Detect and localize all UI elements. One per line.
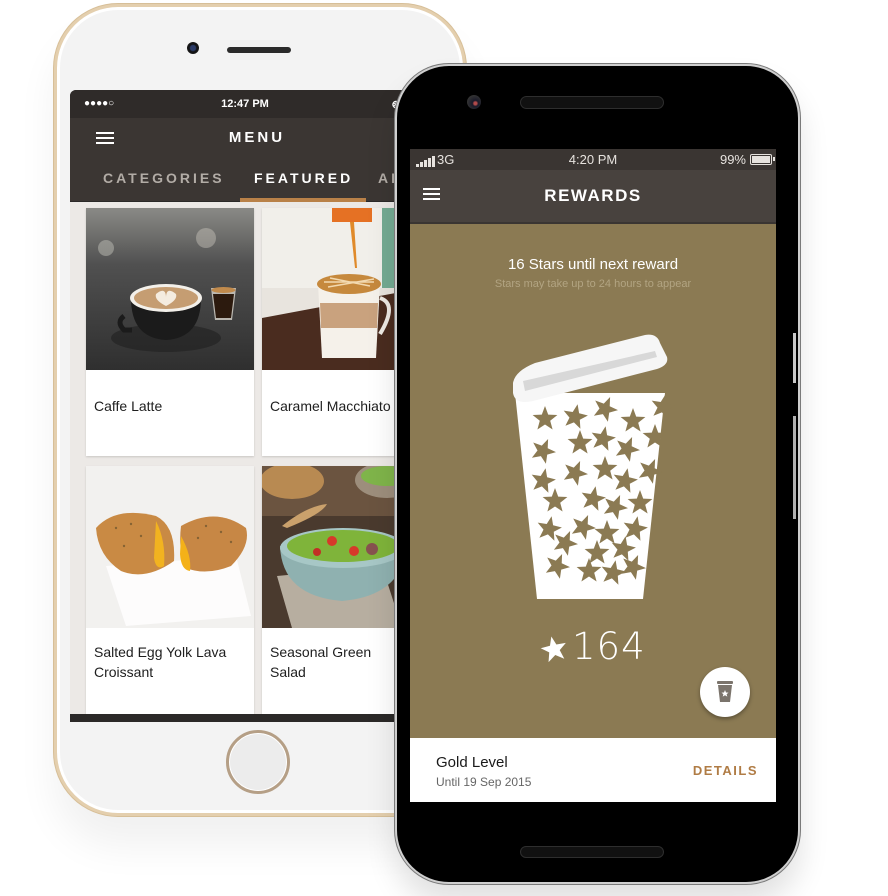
star-balance-value: 164 bbox=[572, 625, 646, 668]
battery-icon bbox=[750, 154, 775, 165]
android-screen: 3G 4:20 PM 99% REWARDS 16 Stars until ne… bbox=[410, 149, 776, 802]
battery-percent: 99% bbox=[719, 152, 746, 167]
iphone-screen-edge bbox=[70, 714, 410, 722]
membership-level-bar: Gold Level Until 19 Sep 2015 DETAILS bbox=[410, 738, 776, 802]
featured-grid: Caffe Latte Caramel Macchiato Salted Egg… bbox=[70, 202, 410, 722]
cup-icon bbox=[717, 681, 733, 702]
menu-item-card[interactable]: Salted Egg Yolk Lava Croissant bbox=[86, 466, 254, 716]
iphone-screen: ●●●●○ 12:47 PM ⊛ 99 MENU CATEGORIES FEAT… bbox=[70, 90, 410, 722]
salad-photo bbox=[262, 466, 410, 628]
android-status-bar: 3G 4:20 PM 99% bbox=[410, 149, 776, 170]
menu-item-name: Caramel Macchiato bbox=[270, 398, 391, 414]
menu-item-name: Seasonal Green Salad bbox=[270, 644, 372, 680]
tab-categories[interactable]: CATEGORIES bbox=[103, 170, 225, 186]
android-volume-button bbox=[793, 416, 796, 519]
star-icon bbox=[540, 636, 566, 663]
stars-delay-note: Stars may take up to 24 hours to appear bbox=[494, 278, 692, 290]
level-name: Gold Level bbox=[436, 754, 508, 771]
pay-button[interactable] bbox=[700, 667, 750, 717]
menu-tabs: CATEGORIES FEATURED AL bbox=[70, 156, 410, 202]
page-title: MENU bbox=[228, 129, 286, 146]
menu-item-name: Caffe Latte bbox=[94, 398, 163, 414]
rewards-navbar: REWARDS bbox=[410, 170, 776, 224]
menu-item-card[interactable]: Seasonal Green Salad bbox=[262, 466, 410, 716]
android-power-button bbox=[793, 333, 796, 383]
stars-until-reward: 16 Stars until next reward bbox=[507, 256, 679, 273]
menu-item-name: Salted Egg Yolk Lava Croissant bbox=[94, 644, 227, 680]
status-time: 12:47 PM bbox=[221, 98, 269, 110]
ios-status-bar: ●●●●○ 12:47 PM ⊛ 99 bbox=[70, 90, 410, 118]
tab-featured[interactable]: FEATURED bbox=[254, 170, 353, 186]
cup-with-stars-icon bbox=[505, 331, 676, 606]
android-speaker-top bbox=[520, 96, 664, 109]
iphone-camera bbox=[187, 42, 199, 54]
menu-item-card[interactable]: Caffe Latte bbox=[86, 208, 254, 456]
caramel-macchiato-photo bbox=[262, 208, 410, 370]
page-title: REWARDS bbox=[544, 186, 642, 205]
android-speaker-bottom bbox=[520, 846, 664, 858]
latte-photo bbox=[86, 208, 254, 370]
level-expiry: Until 19 Sep 2015 bbox=[436, 775, 532, 789]
iphone-home-button[interactable] bbox=[226, 730, 290, 794]
android-camera bbox=[467, 95, 481, 109]
croissant-photo bbox=[86, 466, 254, 628]
menu-item-card[interactable]: Caramel Macchiato bbox=[262, 208, 410, 456]
iphone-speaker bbox=[227, 47, 291, 53]
menu-navbar: MENU bbox=[70, 118, 410, 156]
details-link[interactable]: DETAILS bbox=[693, 763, 758, 778]
